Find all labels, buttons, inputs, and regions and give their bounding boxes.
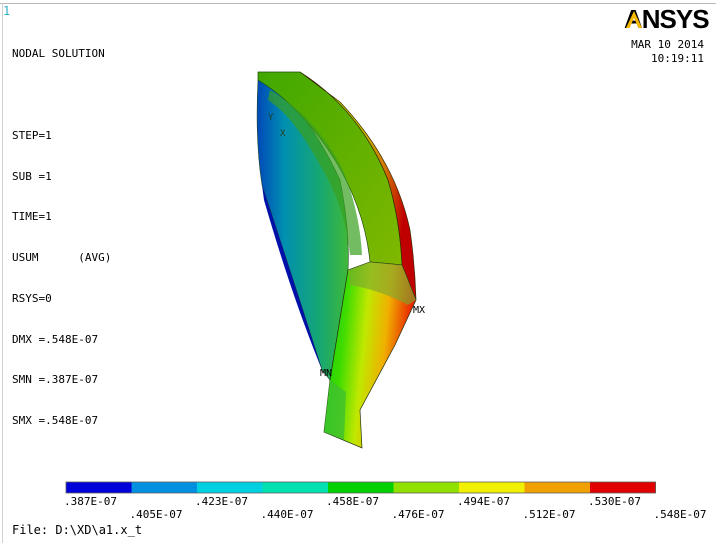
legend-tick-label: .387E-07	[64, 495, 117, 508]
legend-band	[590, 482, 656, 493]
legend-tick-label: .440E-07	[261, 508, 314, 521]
file-path: File: D:\XD\a1.x_t	[12, 523, 143, 537]
legend-tick-label: .405E-07	[130, 508, 183, 521]
legend-top-labels: .387E-07 .423E-07 .458E-07 .494E-07 .530E-07	[64, 495, 641, 508]
legend-band	[262, 482, 329, 493]
legend-band	[459, 482, 525, 493]
contour-legend: .387E-07 .423E-07 .458E-07 .494E-07 .530E-07…	[64, 481, 707, 521]
legend-tick-label: .458E-07	[326, 495, 379, 508]
legend-band	[131, 482, 198, 493]
legend-tick-label: .530E-07	[588, 495, 641, 508]
legend-band	[393, 482, 460, 493]
legend-band	[197, 482, 263, 493]
legend-tick-label: .548E-07	[654, 508, 707, 521]
legend-tick-label: .423E-07	[195, 495, 248, 508]
legend-color-bands	[65, 481, 656, 494]
legend-band	[524, 482, 591, 493]
legend-tick-label: .512E-07	[523, 508, 576, 521]
legend-bottom-labels: .405E-07 .440E-07 .476E-07 .512E-07 .548E-07	[130, 508, 707, 521]
legend-band	[66, 482, 132, 493]
legend-tick-label: .476E-07	[392, 508, 445, 521]
legend-band	[328, 482, 394, 493]
legend-tick-label: .494E-07	[457, 495, 510, 508]
